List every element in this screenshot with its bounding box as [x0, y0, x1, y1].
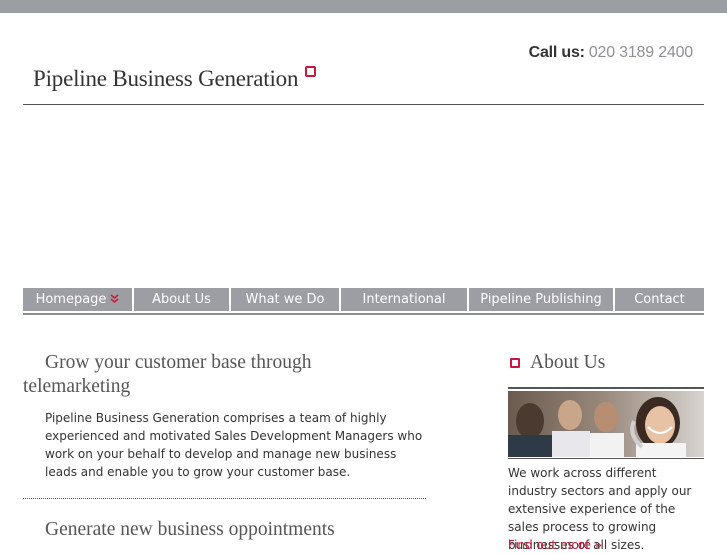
- sidebar-image-divider: [508, 458, 704, 459]
- top-bar: [0, 0, 727, 13]
- phone-number[interactable]: 020 3189 2400: [589, 44, 693, 61]
- logo-text[interactable]: Pipeline Business Generation: [33, 66, 298, 92]
- bullet-square-icon: [510, 358, 520, 368]
- nav-label: About Us: [152, 292, 211, 307]
- nav-label: Contact: [634, 292, 685, 307]
- header-divider: [23, 104, 704, 105]
- intro-paragraph: Pipeline Business Generation comprises a…: [45, 411, 423, 479]
- sidebar-title: About Us: [530, 352, 606, 373]
- nav-homepage[interactable]: Homepage: [23, 288, 134, 311]
- main-nav: Homepage About Us What we Do Internation…: [23, 288, 704, 311]
- main-heading: Grow your customer base through telemark…: [23, 352, 312, 397]
- double-chevron-down-icon: [110, 293, 119, 306]
- nav-contact[interactable]: Contact: [615, 288, 704, 311]
- nav-label: What we Do: [245, 292, 325, 307]
- nav-pipeline-publishing[interactable]: Pipeline Publishing: [469, 288, 615, 311]
- logo-square-icon: [305, 66, 316, 77]
- nav-label: Pipeline Publishing: [480, 292, 602, 307]
- nav-divider: [23, 313, 704, 315]
- nav-about-us[interactable]: About Us: [134, 288, 231, 311]
- dotted-divider: [23, 498, 426, 499]
- find-out-more-link[interactable]: Find out more »: [508, 536, 602, 554]
- secondary-heading: Generate new business oppointments: [45, 519, 335, 540]
- team-photo: [508, 391, 704, 457]
- call-label: Call us:: [528, 44, 585, 61]
- nav-label: International: [362, 292, 446, 307]
- sidebar-divider: [508, 387, 704, 389]
- nav-international[interactable]: International: [341, 288, 469, 311]
- nav-what-we-do[interactable]: What we Do: [231, 288, 341, 311]
- call-us: Call us: 020 3189 2400: [528, 44, 694, 62]
- nav-label: Homepage: [35, 292, 107, 307]
